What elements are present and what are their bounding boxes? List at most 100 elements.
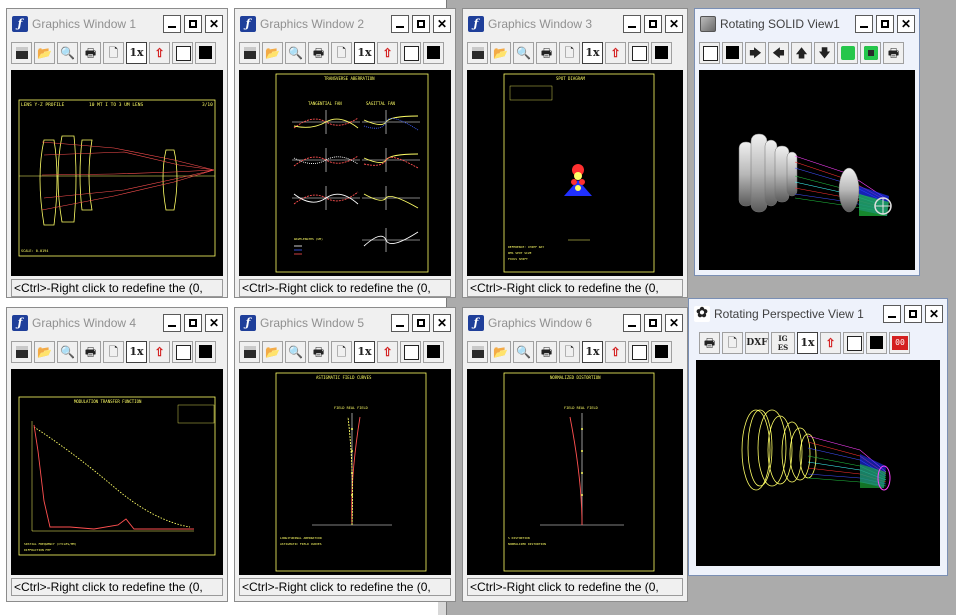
black-background-button[interactable] xyxy=(195,42,216,64)
lens-profile-canvas[interactable]: LENS Y-Z PROFILE 10 MT I TO 3 UM LENS 3/… xyxy=(11,70,223,276)
rotate-down-button[interactable]: 🡇 xyxy=(814,42,835,64)
white-background-button[interactable] xyxy=(628,42,649,64)
close-button[interactable] xyxy=(897,15,915,33)
redraw-button[interactable]: ⇧ xyxy=(149,42,170,64)
dxf-export-button[interactable]: DXF xyxy=(745,332,769,354)
preview-button[interactable]: 🗋 xyxy=(103,341,124,363)
mtf-canvas[interactable]: MODULATION TRANSFER FUNCTION SPATIAL FRE… xyxy=(11,369,223,575)
maximize-button[interactable] xyxy=(184,15,202,33)
distortion-canvas[interactable]: NORMALIZED DISTORTION FIELD REAL FIELD %… xyxy=(467,369,683,575)
wireframe-mode-button[interactable] xyxy=(860,42,881,64)
solid-view-canvas[interactable] xyxy=(699,70,915,270)
rotate-left-button[interactable]: 🡄 xyxy=(768,42,789,64)
save-button[interactable] xyxy=(467,341,488,363)
redraw-button[interactable]: ⇧ xyxy=(820,332,841,354)
maximize-button[interactable] xyxy=(644,314,662,332)
open-folder-button[interactable]: 📂 xyxy=(262,42,283,64)
scale-1x-button[interactable]: 1x xyxy=(797,332,818,354)
render-mode-button[interactable] xyxy=(837,42,858,64)
maximize-button[interactable] xyxy=(904,305,922,323)
minimize-button[interactable] xyxy=(623,314,641,332)
black-background-button[interactable] xyxy=(423,42,444,64)
open-folder-button[interactable]: 📂 xyxy=(34,42,55,64)
maximize-button[interactable] xyxy=(184,314,202,332)
black-background-button[interactable] xyxy=(722,42,743,64)
white-background-button[interactable] xyxy=(400,42,421,64)
print-button[interactable]: 🖶 xyxy=(699,332,720,354)
white-background-button[interactable] xyxy=(843,332,864,354)
rotating-perspective-view-window[interactable]: ✿ Rotating Perspective View 1 🖶 🗋 DXF IG… xyxy=(688,298,948,576)
graphics-window-2[interactable]: ƒ Graphics Window 2 📂 🔍 🖶 🗋 1x ⇧ TRANSVERSE A… xyxy=(234,8,456,298)
print-button[interactable]: 🖶 xyxy=(883,42,904,64)
field-curves-canvas[interactable]: ASTIGMATIC FIELD CURVES FIELD REAL FIELD… xyxy=(239,369,451,575)
white-background-button[interactable] xyxy=(172,341,193,363)
graphics-window-5[interactable]: ƒ Graphics Window 5 📂 🔍 🖶 🗋 1x ⇧ ASTIGMATIC F… xyxy=(234,307,456,602)
preview-button[interactable]: 🗋 xyxy=(331,42,352,64)
minimize-button[interactable] xyxy=(623,15,641,33)
zoom-button[interactable]: 🔍 xyxy=(285,42,306,64)
zoom-button[interactable]: 🔍 xyxy=(57,42,78,64)
preview-button[interactable]: 🗋 xyxy=(103,42,124,64)
scale-1x-button[interactable]: 1x xyxy=(582,42,603,64)
zoom-button[interactable]: 🔍 xyxy=(57,341,78,363)
minimize-button[interactable] xyxy=(163,314,181,332)
minimize-button[interactable] xyxy=(883,305,901,323)
close-button[interactable] xyxy=(205,15,223,33)
print-button[interactable]: 🖶 xyxy=(308,42,329,64)
print-button[interactable]: 🖶 xyxy=(80,42,101,64)
white-background-button[interactable] xyxy=(172,42,193,64)
save-button[interactable] xyxy=(11,42,32,64)
record-button[interactable] xyxy=(889,332,910,354)
titlebar[interactable]: ✿ Rotating Perspective View 1 xyxy=(690,300,946,328)
black-background-button[interactable] xyxy=(423,341,444,363)
titlebar[interactable]: ƒ Graphics Window 5 xyxy=(236,309,454,337)
minimize-button[interactable] xyxy=(855,15,873,33)
titlebar[interactable]: ƒ Graphics Window 1 xyxy=(8,10,226,38)
black-background-button[interactable] xyxy=(651,341,672,363)
spot-diagram-canvas[interactable]: SPOT DIAGRAM REFERENCE: CHIEF RAY RMS SP… xyxy=(467,70,683,276)
titlebar[interactable]: ƒ Graphics Window 4 xyxy=(8,309,226,337)
graphics-window-6[interactable]: ƒ Graphics Window 6 📂 🔍 🖶 🗋 1x ⇧ NORMALIZED D… xyxy=(462,307,688,602)
rotate-up-button[interactable]: 🡅 xyxy=(791,42,812,64)
open-folder-button[interactable]: 📂 xyxy=(34,341,55,363)
preview-button[interactable]: 🗋 xyxy=(559,341,580,363)
iges-export-button[interactable]: IG ES xyxy=(771,332,795,354)
close-button[interactable] xyxy=(205,314,223,332)
zoom-button[interactable]: 🔍 xyxy=(513,42,534,64)
black-background-button[interactable] xyxy=(866,332,887,354)
scale-1x-button[interactable]: 1x xyxy=(126,42,147,64)
titlebar[interactable]: ƒ Graphics Window 2 xyxy=(236,10,454,38)
print-button[interactable]: 🖶 xyxy=(308,341,329,363)
titlebar[interactable]: ƒ Graphics Window 6 xyxy=(464,309,686,337)
minimize-button[interactable] xyxy=(163,15,181,33)
perspective-view-canvas[interactable] xyxy=(696,360,940,566)
titlebar[interactable]: ƒ Graphics Window 3 xyxy=(464,10,686,38)
preview-button[interactable]: 🗋 xyxy=(559,42,580,64)
scale-1x-button[interactable]: 1x xyxy=(354,42,375,64)
redraw-button[interactable]: ⇧ xyxy=(605,42,626,64)
minimize-button[interactable] xyxy=(391,15,409,33)
rotate-right-button[interactable]: 🡆 xyxy=(745,42,766,64)
maximize-button[interactable] xyxy=(644,15,662,33)
transverse-aberration-canvas[interactable]: TRANSVERSE ABERRATION TANGENTIAL FAN SAG… xyxy=(239,70,451,276)
close-button[interactable] xyxy=(433,15,451,33)
preview-button[interactable]: 🗋 xyxy=(722,332,743,354)
redraw-button[interactable]: ⇧ xyxy=(377,341,398,363)
preview-button[interactable]: 🗋 xyxy=(331,341,352,363)
close-button[interactable] xyxy=(925,305,943,323)
open-folder-button[interactable]: 📂 xyxy=(490,341,511,363)
black-background-button[interactable] xyxy=(651,42,672,64)
print-button[interactable]: 🖶 xyxy=(536,42,557,64)
save-button[interactable] xyxy=(239,341,260,363)
redraw-button[interactable]: ⇧ xyxy=(605,341,626,363)
maximize-button[interactable] xyxy=(876,15,894,33)
zoom-button[interactable]: 🔍 xyxy=(513,341,534,363)
maximize-button[interactable] xyxy=(412,314,430,332)
scale-1x-button[interactable]: 1x xyxy=(354,341,375,363)
close-button[interactable] xyxy=(433,314,451,332)
close-button[interactable] xyxy=(665,314,683,332)
save-button[interactable] xyxy=(11,341,32,363)
close-button[interactable] xyxy=(665,15,683,33)
open-folder-button[interactable]: 📂 xyxy=(490,42,511,64)
print-button[interactable]: 🖶 xyxy=(80,341,101,363)
